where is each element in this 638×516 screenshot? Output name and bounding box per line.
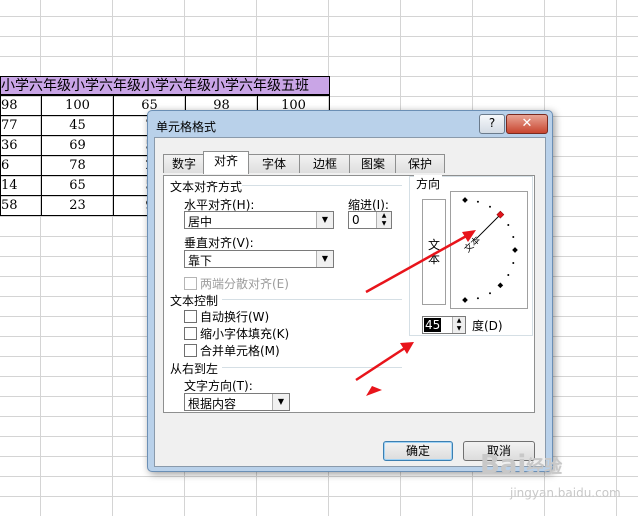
arrow-tail-mark [366, 386, 382, 396]
arrow-to-dial [365, 232, 471, 294]
watermark-brand: Bai经验 [480, 450, 562, 480]
watermark-url: jingyan.baidu.com [510, 486, 621, 500]
watermark-brand-suffix: 经验 [526, 457, 563, 478]
tab-alignment[interactable]: 对齐 [203, 151, 249, 174]
watermark-brand-text: Bai [480, 450, 527, 480]
annotation-overlay [355, 230, 476, 396]
arrow-to-degrees [355, 344, 409, 382]
arrowhead-degrees [400, 342, 414, 354]
baidu-watermark: Bai经验 jingyan.baidu.com [470, 448, 638, 512]
annotation-arrows [355, 230, 476, 396]
